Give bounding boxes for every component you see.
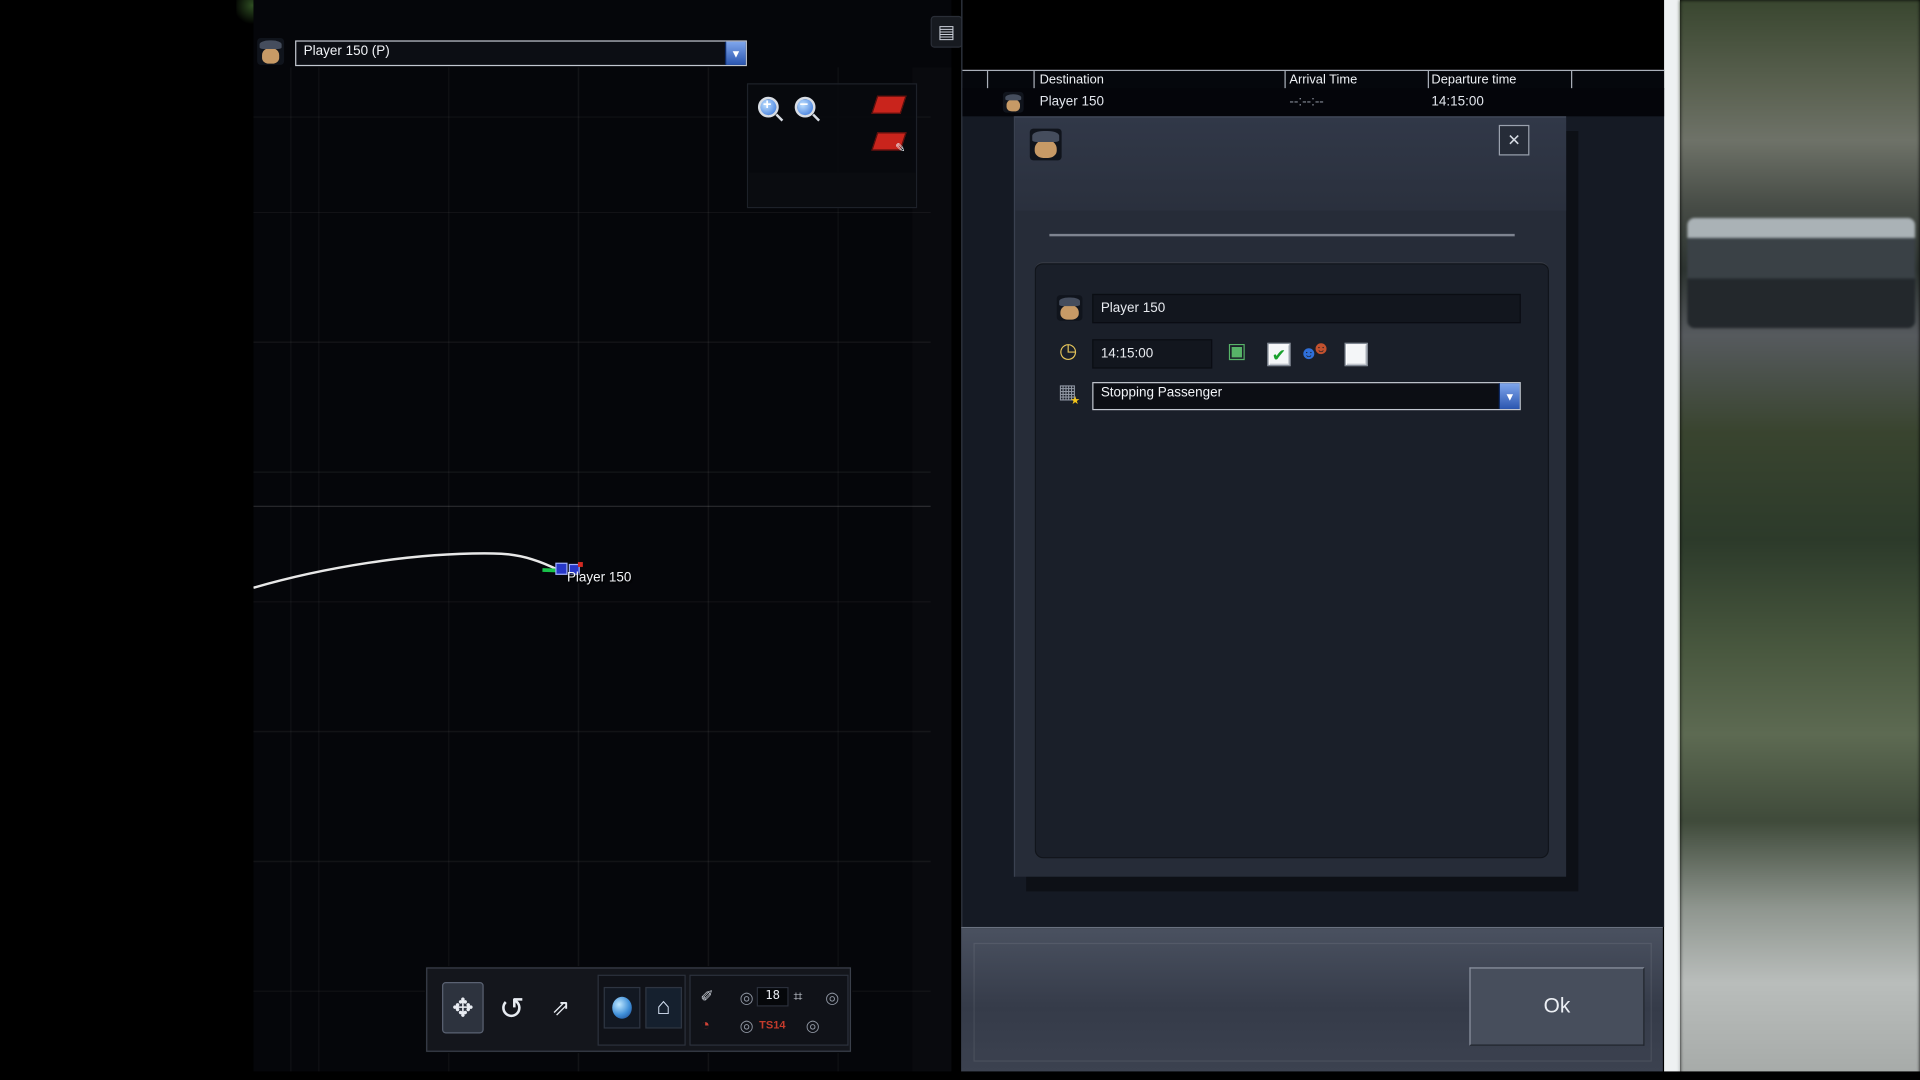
departure-time-field[interactable]: 14:15:00 [1092,339,1213,369]
background-scenery [1679,0,1920,1080]
header-separator [1571,71,1573,90]
map-filter-group: ✐ ◎ 18 ⌗ ◎ ◔ ◎ TS14 ◎ [689,974,849,1046]
measure-icon: ✐ [700,986,714,1006]
departure-time-value: 14:15:00 [1100,346,1154,362]
service-type-value: Stopping Passenger [1100,385,1223,401]
marker-label: TS14 [759,1018,786,1032]
view-mode-group: ⌂ [597,974,686,1046]
zoom-out-icon[interactable]: − [794,95,816,118]
map-overlay-panel: + − ✎ [746,83,918,209]
home-view-button[interactable]: ⌂ [645,986,683,1029]
dropdown-arrow-icon[interactable]: ▼ [724,41,746,65]
header-separator [1284,71,1286,90]
service-row[interactable]: Player 150 --:--:-- 14:15:00 [962,88,1665,117]
app-window: Player 150 Player 150 (P) ▼ + − ✎ ✥ ↺ ⇗ … [0,0,1920,1080]
service-driver-avatar [1056,295,1083,321]
window-bottom-edge [0,1071,1920,1080]
zoom-in-icon[interactable]: + [757,95,779,118]
rotate-tool-button[interactable]: ↺ [491,982,533,1033]
filter-radio-3[interactable]: ◎ [732,1016,761,1034]
driver-select-value: Player 150 (P) [303,44,390,59]
clock-icon: ◷ [1059,339,1078,363]
train-type-icon[interactable]: ▣ [1227,340,1247,361]
globe-icon [612,996,632,1019]
filter-radio-4[interactable]: ◎ [798,1016,827,1034]
filter-radio-2[interactable]: ◎ [818,988,847,1006]
header-separator [986,71,989,90]
train-service-label: Player 150 [566,570,632,586]
col-arrival: Arrival Time [1289,72,1358,87]
timetable-panel: Destination Arrival Time Departure time … [961,0,1665,1073]
col-destination: Destination [1039,72,1104,87]
service-name-value: Player 150 [1100,301,1166,316]
row-driver-avatar [1002,91,1024,113]
row-destination: Player 150 [1039,94,1104,109]
gauge-icon: ◔ [700,1015,711,1034]
dialog-driver-avatar [1029,128,1062,161]
train-marker[interactable] [555,562,568,575]
service-type-dropdown[interactable]: Stopping Passenger ▼ [1092,382,1521,411]
star-icon: ★ [1070,394,1081,407]
background-vehicle [1687,217,1916,329]
save-icon[interactable]: ▤ [930,15,963,48]
pen-icon: ✎ [894,142,905,156]
service-dialog: ✕ Player 150 ◷ 14:15:00 ▣ ✔ ☻ ☻ ▦ ★ Stop… [1013,116,1567,877]
map-toolbar: ✥ ↺ ⇗ ⌂ ✐ ◎ 18 ⌗ ◎ ◔ ◎ TS14 ◎ [426,967,852,1052]
world-view-button[interactable] [603,986,641,1029]
header-separator [1033,71,1035,90]
map-gridline-major [253,505,931,507]
dialog-footer-bar: Ok [961,926,1663,1074]
col-departure: Departure time [1431,72,1517,87]
driver-select-dropdown[interactable]: Player 150 (P) ▼ [295,40,747,67]
zoom-in-sign: + [762,95,772,113]
service-name-field[interactable]: Player 150 [1092,293,1521,324]
row-arrival: --:--:-- [1289,94,1324,109]
driver-avatar-icon [257,37,285,65]
check-icon: ✔ [1271,344,1287,365]
dropdown-arrow-icon[interactable]: ▼ [1498,383,1520,409]
marker-area-icon[interactable] [871,95,907,114]
pan-tool-button[interactable]: ✥ [442,982,484,1034]
header-separator [1427,71,1429,90]
passengers-checkbox[interactable] [1344,342,1368,367]
map-edge-shade [912,67,951,1071]
close-icon[interactable]: ✕ [1498,124,1530,156]
signal-filter-icon: ⌗ [793,986,803,1006]
signal-marker [577,562,583,567]
jump-tool-button[interactable]: ⇗ [540,982,582,1033]
train-enabled-checkbox[interactable]: ✔ [1267,342,1291,367]
passengers-icon[interactable]: ☻ ☻ [1299,338,1331,365]
marker-edit-icon[interactable]: ✎ [871,132,907,156]
zoom-out-sign: − [799,95,809,113]
row-departure: 14:15:00 [1431,94,1484,109]
map-overlay-footer [748,172,916,207]
passenger-front-icon: ☻ [1299,342,1319,364]
timetable-header: Destination Arrival Time Departure time [962,69,1665,90]
dialog-divider [1049,233,1515,237]
dialog-header [1015,117,1567,211]
ok-button[interactable]: Ok [1469,967,1645,1046]
grid-size-value: 18 [756,986,789,1007]
